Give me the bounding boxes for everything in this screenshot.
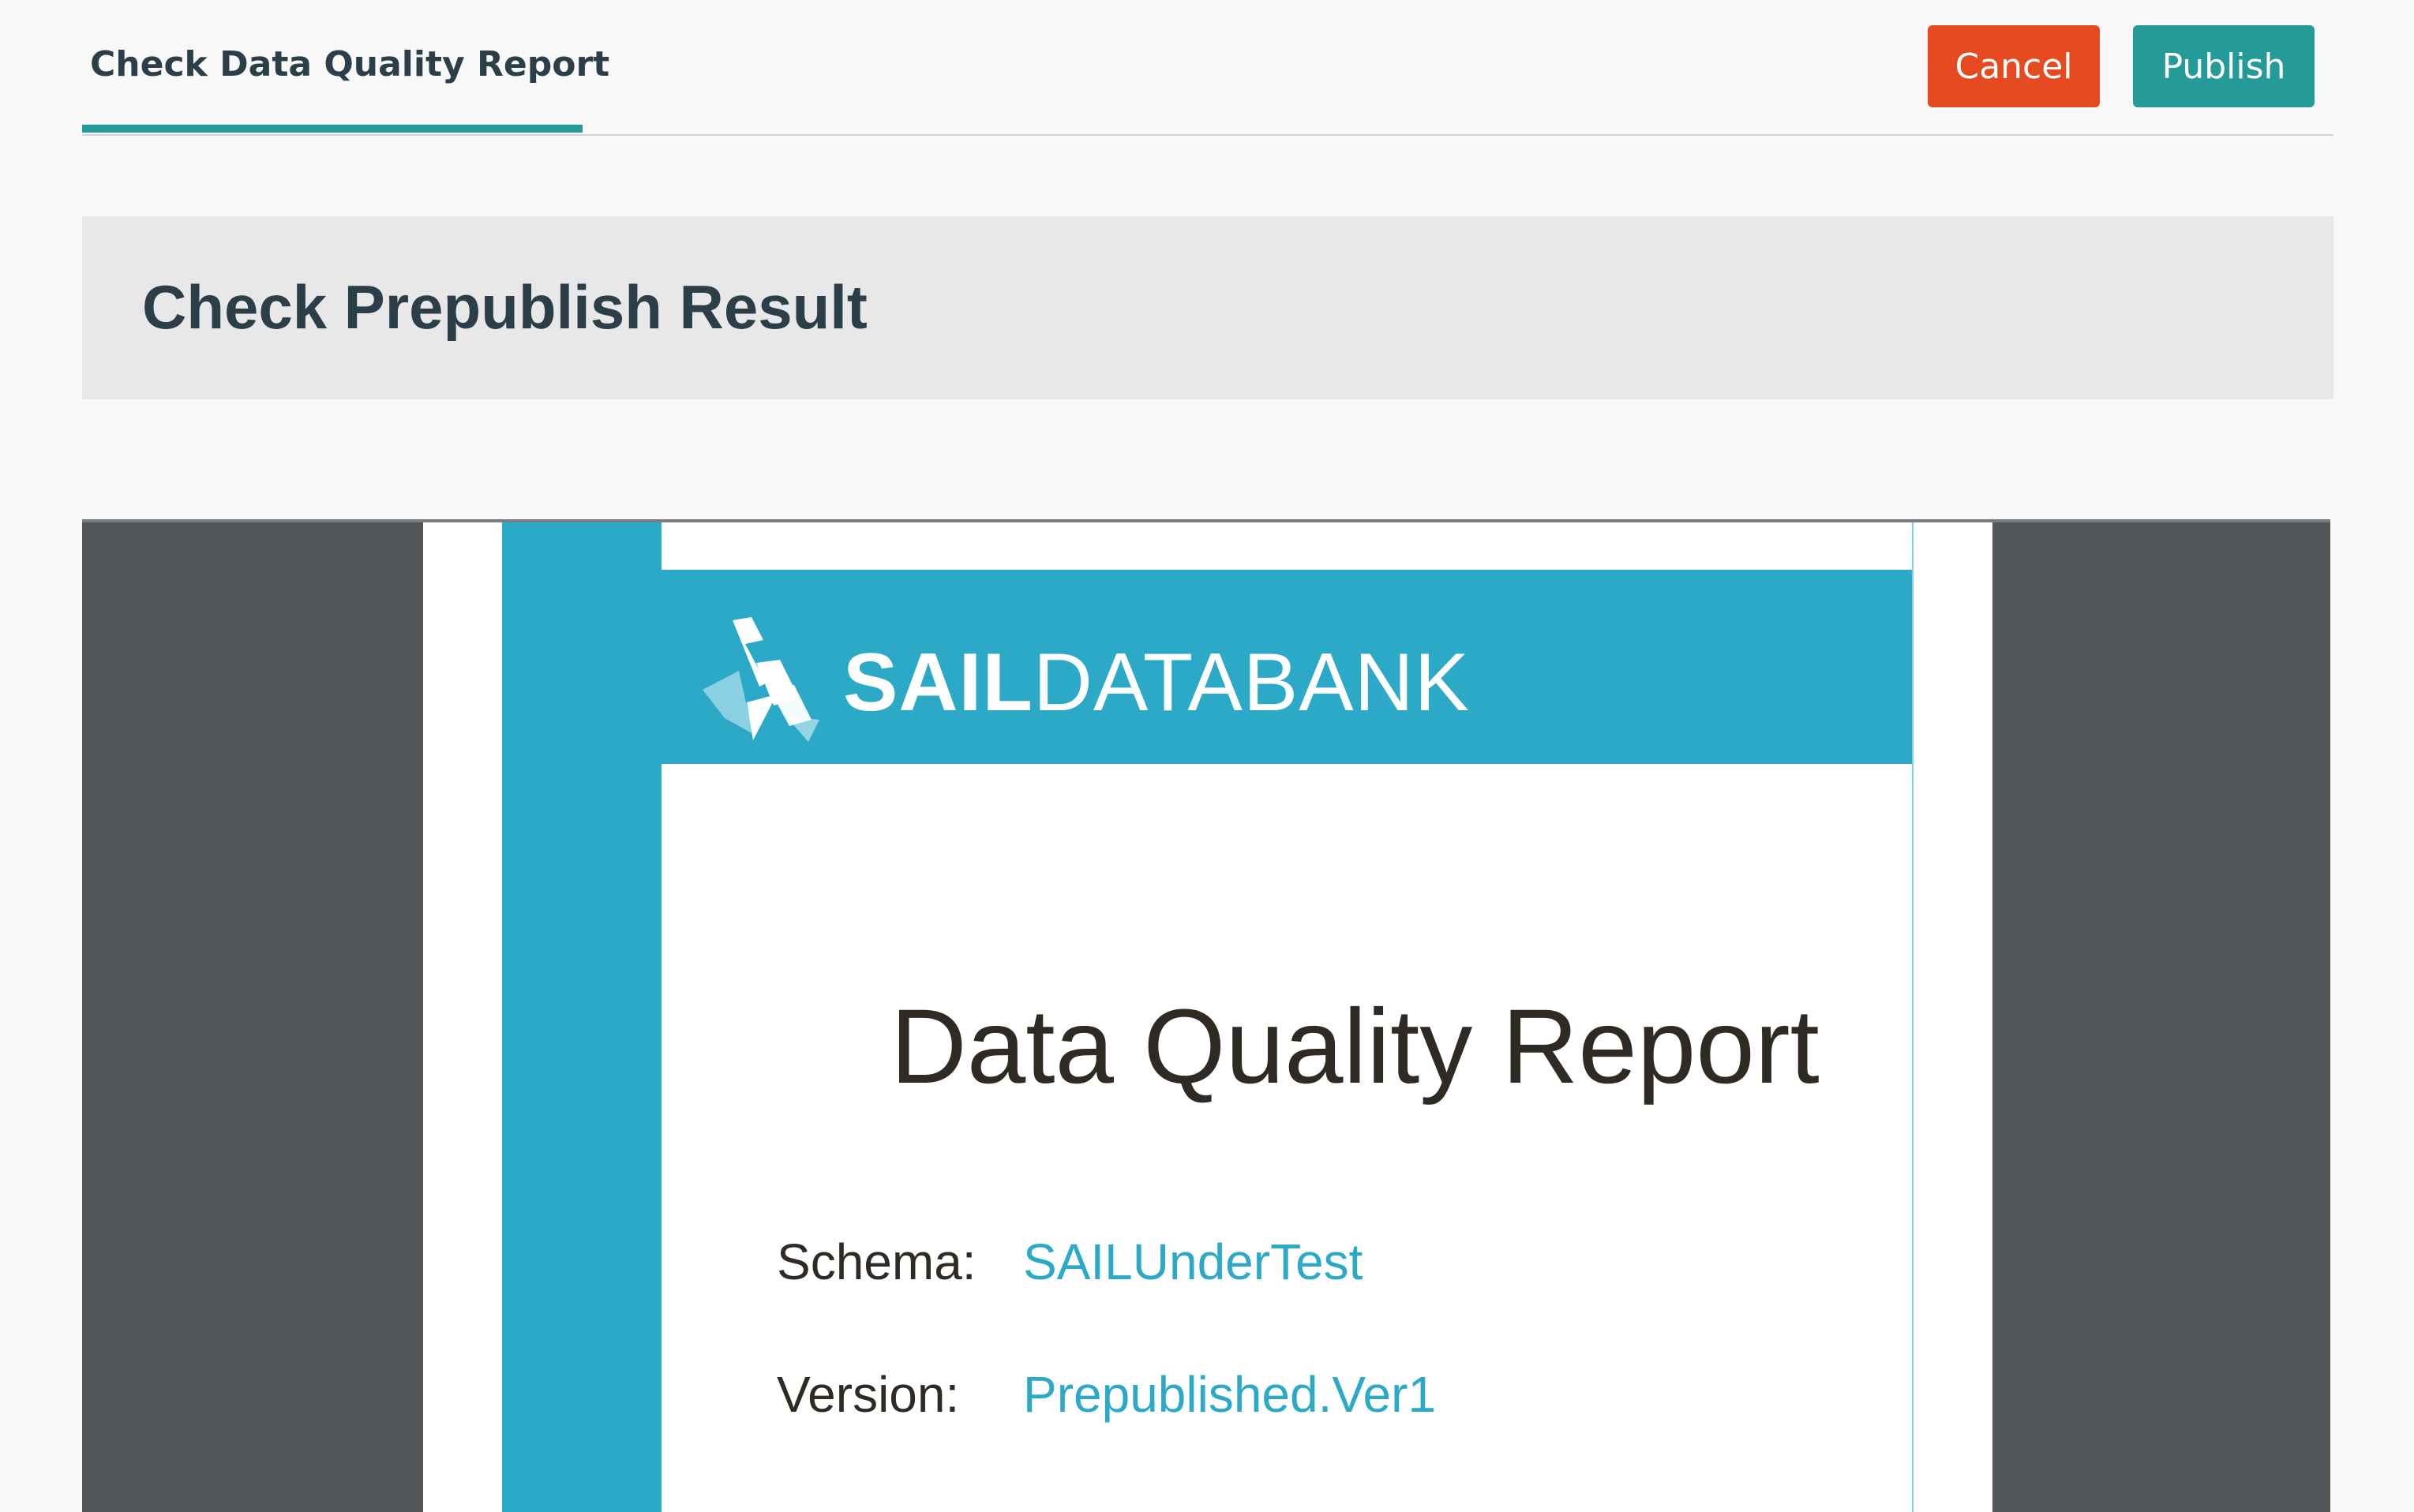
- content-border-line: [1912, 522, 1914, 1512]
- schema-value: SAILUnderTest: [1023, 1233, 1363, 1290]
- report-title: Data Quality Report: [890, 988, 1820, 1106]
- sail-logo-icon: [703, 617, 819, 742]
- cancel-button[interactable]: Cancel: [1928, 25, 2100, 107]
- page-title: Check Prepublish Result: [142, 272, 868, 342]
- report-banner: SAILDATABANK: [662, 570, 1914, 764]
- report-page: SAILDATABANK Data Quality Report Schema:…: [423, 522, 1992, 1512]
- version-label: Version:: [777, 1366, 960, 1423]
- report-viewer[interactable]: SAILDATABANK Data Quality Report Schema:…: [82, 519, 2330, 1512]
- schema-label: Schema:: [777, 1233, 976, 1290]
- active-tab-indicator: [82, 125, 583, 133]
- tab-check-data-quality-report[interactable]: Check Data Quality Report: [82, 0, 609, 133]
- logo-word-sail: SAIL: [843, 637, 1033, 728]
- version-value: Prepublished.Ver1: [1023, 1366, 1437, 1423]
- sail-databank-logo-text: SAILDATABANK: [843, 636, 1470, 730]
- header-divider: [82, 134, 2333, 136]
- tab-label: Check Data Quality Report: [90, 44, 610, 84]
- logo-word-databank: DATABANK: [1033, 637, 1471, 728]
- report-side-band: [502, 522, 662, 1512]
- result-header-panel: Check Prepublish Result: [82, 216, 2333, 399]
- publish-button[interactable]: Publish: [2133, 25, 2315, 107]
